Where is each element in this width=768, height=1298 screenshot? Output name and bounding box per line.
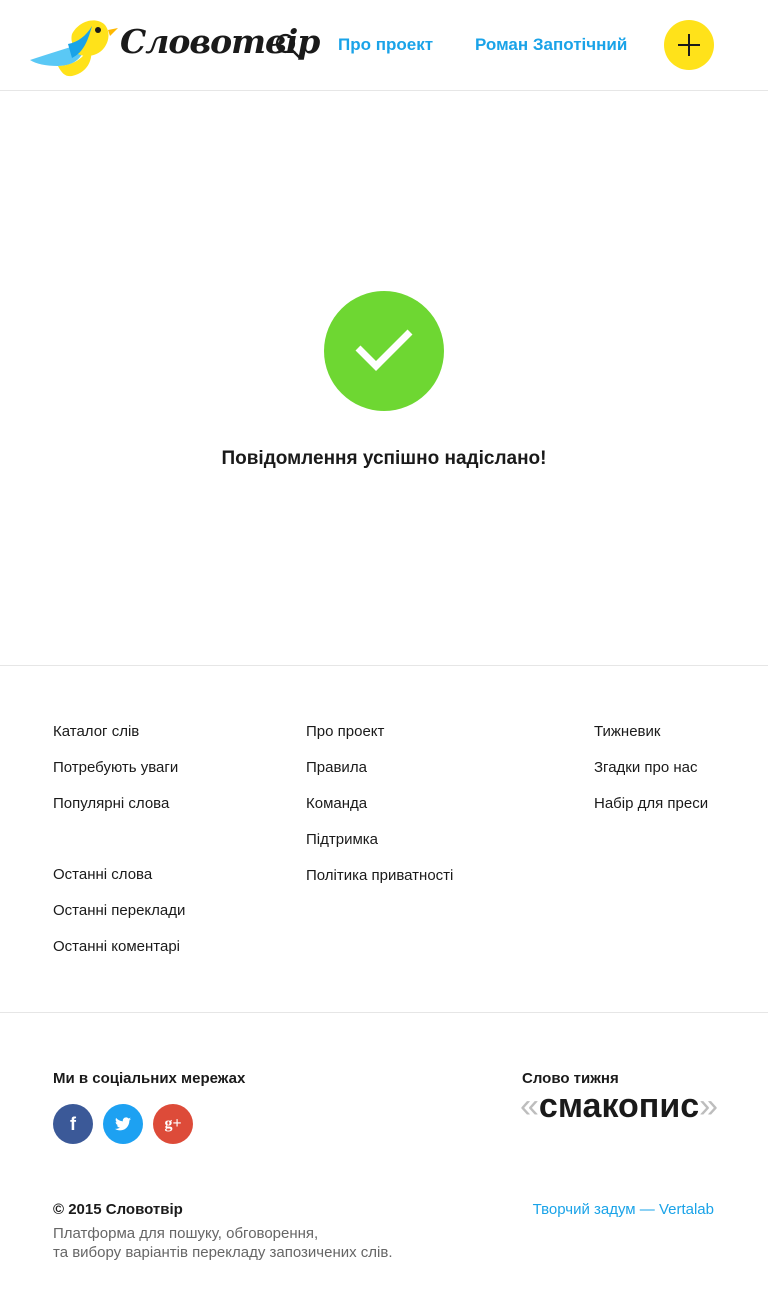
word-of-week-link[interactable]: «смакопис» — [520, 1086, 718, 1126]
footer-link-mentions[interactable]: Згадки про нас — [594, 759, 698, 776]
success-badge — [324, 291, 444, 411]
credit-link[interactable]: Творчий задум — Vertalab — [533, 1201, 714, 1218]
copyright: © 2015 Словотвір — [53, 1201, 183, 1218]
footer-link-needs-attention[interactable]: Потребують уваги — [53, 759, 178, 776]
site-description-line1: Платформа для пошуку, обговорення, — [53, 1225, 319, 1242]
add-word-button[interactable] — [664, 20, 714, 70]
facebook-icon[interactable]: f — [53, 1104, 93, 1144]
footer-link-popular[interactable]: Популярні слова — [53, 795, 169, 812]
quote-close: » — [699, 1087, 719, 1125]
site-header: Словотвір Про проект Роман Запотічний — [0, 0, 768, 91]
word-of-week-title: Слово тижня — [522, 1070, 619, 1087]
bird-logo-icon — [30, 20, 118, 77]
search-icon — [275, 33, 301, 59]
footer-link-catalog[interactable]: Каталог слів — [53, 723, 139, 740]
footer-link-support[interactable]: Підтримка — [306, 831, 378, 848]
footer-link-privacy[interactable]: Політика приватності — [306, 867, 453, 884]
nav-user-link[interactable]: Роман Запотічний — [475, 35, 627, 55]
success-message: Повідомлення успішно надіслано! — [221, 448, 547, 469]
footer-link-team[interactable]: Команда — [306, 795, 367, 812]
nav-about-link[interactable]: Про проект — [338, 35, 433, 55]
twitter-bird-glyph — [115, 1117, 131, 1131]
google-plus-icon[interactable]: g+ — [153, 1104, 193, 1144]
footer-link-rules[interactable]: Правила — [306, 759, 367, 776]
quote-open: « — [520, 1087, 539, 1125]
footer-divider-top — [0, 665, 768, 666]
twitter-icon[interactable] — [103, 1104, 143, 1144]
check-icon — [355, 329, 413, 371]
footer-link-press-kit[interactable]: Набір для преси — [594, 795, 708, 812]
footer-link-recent-translations[interactable]: Останні переклади — [53, 902, 185, 919]
footer-divider-bottom — [0, 1012, 768, 1013]
plus-icon — [678, 34, 700, 56]
footer-link-about[interactable]: Про проект — [306, 723, 384, 740]
footer-link-recent-words[interactable]: Останні слова — [53, 866, 152, 883]
site-logo[interactable]: Словотвір — [28, 14, 320, 78]
word-of-week-text: смакопис — [538, 1087, 700, 1125]
footer-link-recent-comments[interactable]: Останні коментарі — [53, 938, 180, 955]
social-title: Ми в соціальних мережах — [53, 1070, 246, 1087]
search-button[interactable] — [274, 32, 302, 60]
site-description-line2: та вибору варіантів перекладу запозичени… — [53, 1244, 393, 1261]
footer-link-weekly[interactable]: Тижневик — [594, 723, 660, 740]
